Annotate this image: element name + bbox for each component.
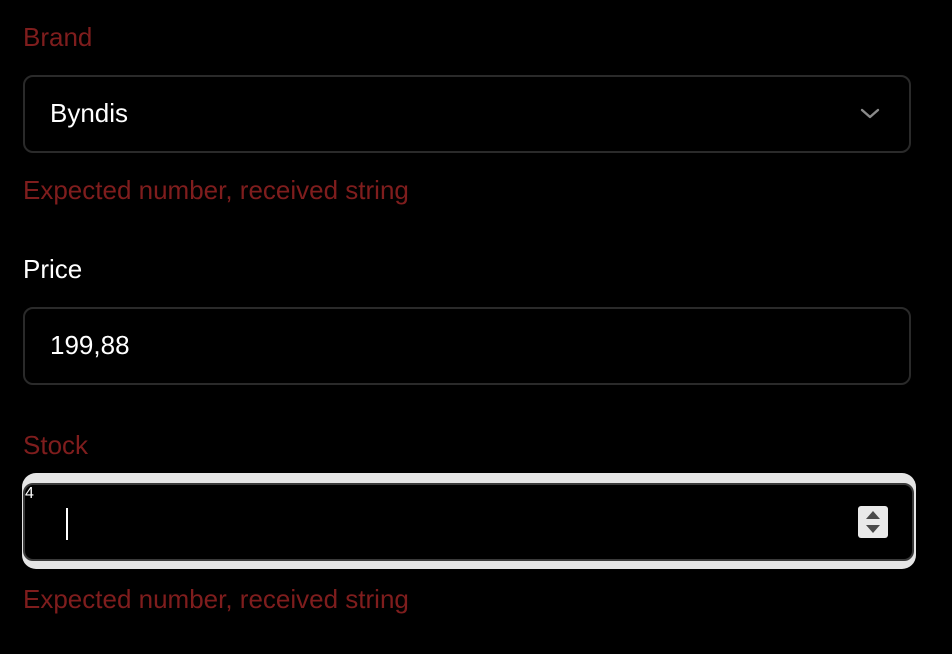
chevron-down-icon [860,108,880,119]
brand-select[interactable]: Byndis [23,75,911,153]
brand-error-message: Expected number, received string [23,175,409,205]
brand-selected-value: Byndis [50,98,129,128]
stock-label: Stock [23,430,89,460]
stock-input[interactable]: 4 [23,483,914,561]
price-input[interactable]: 199,88 [23,307,911,385]
stock-error-message: Expected number, received string [23,584,409,614]
text-caret [66,508,68,540]
price-value: 199,88 [50,330,130,360]
brand-label: Brand [23,22,93,52]
spinner-arrows-icon[interactable] [858,506,888,538]
price-label: Price [23,254,83,284]
stock-value: 4 [25,485,34,502]
